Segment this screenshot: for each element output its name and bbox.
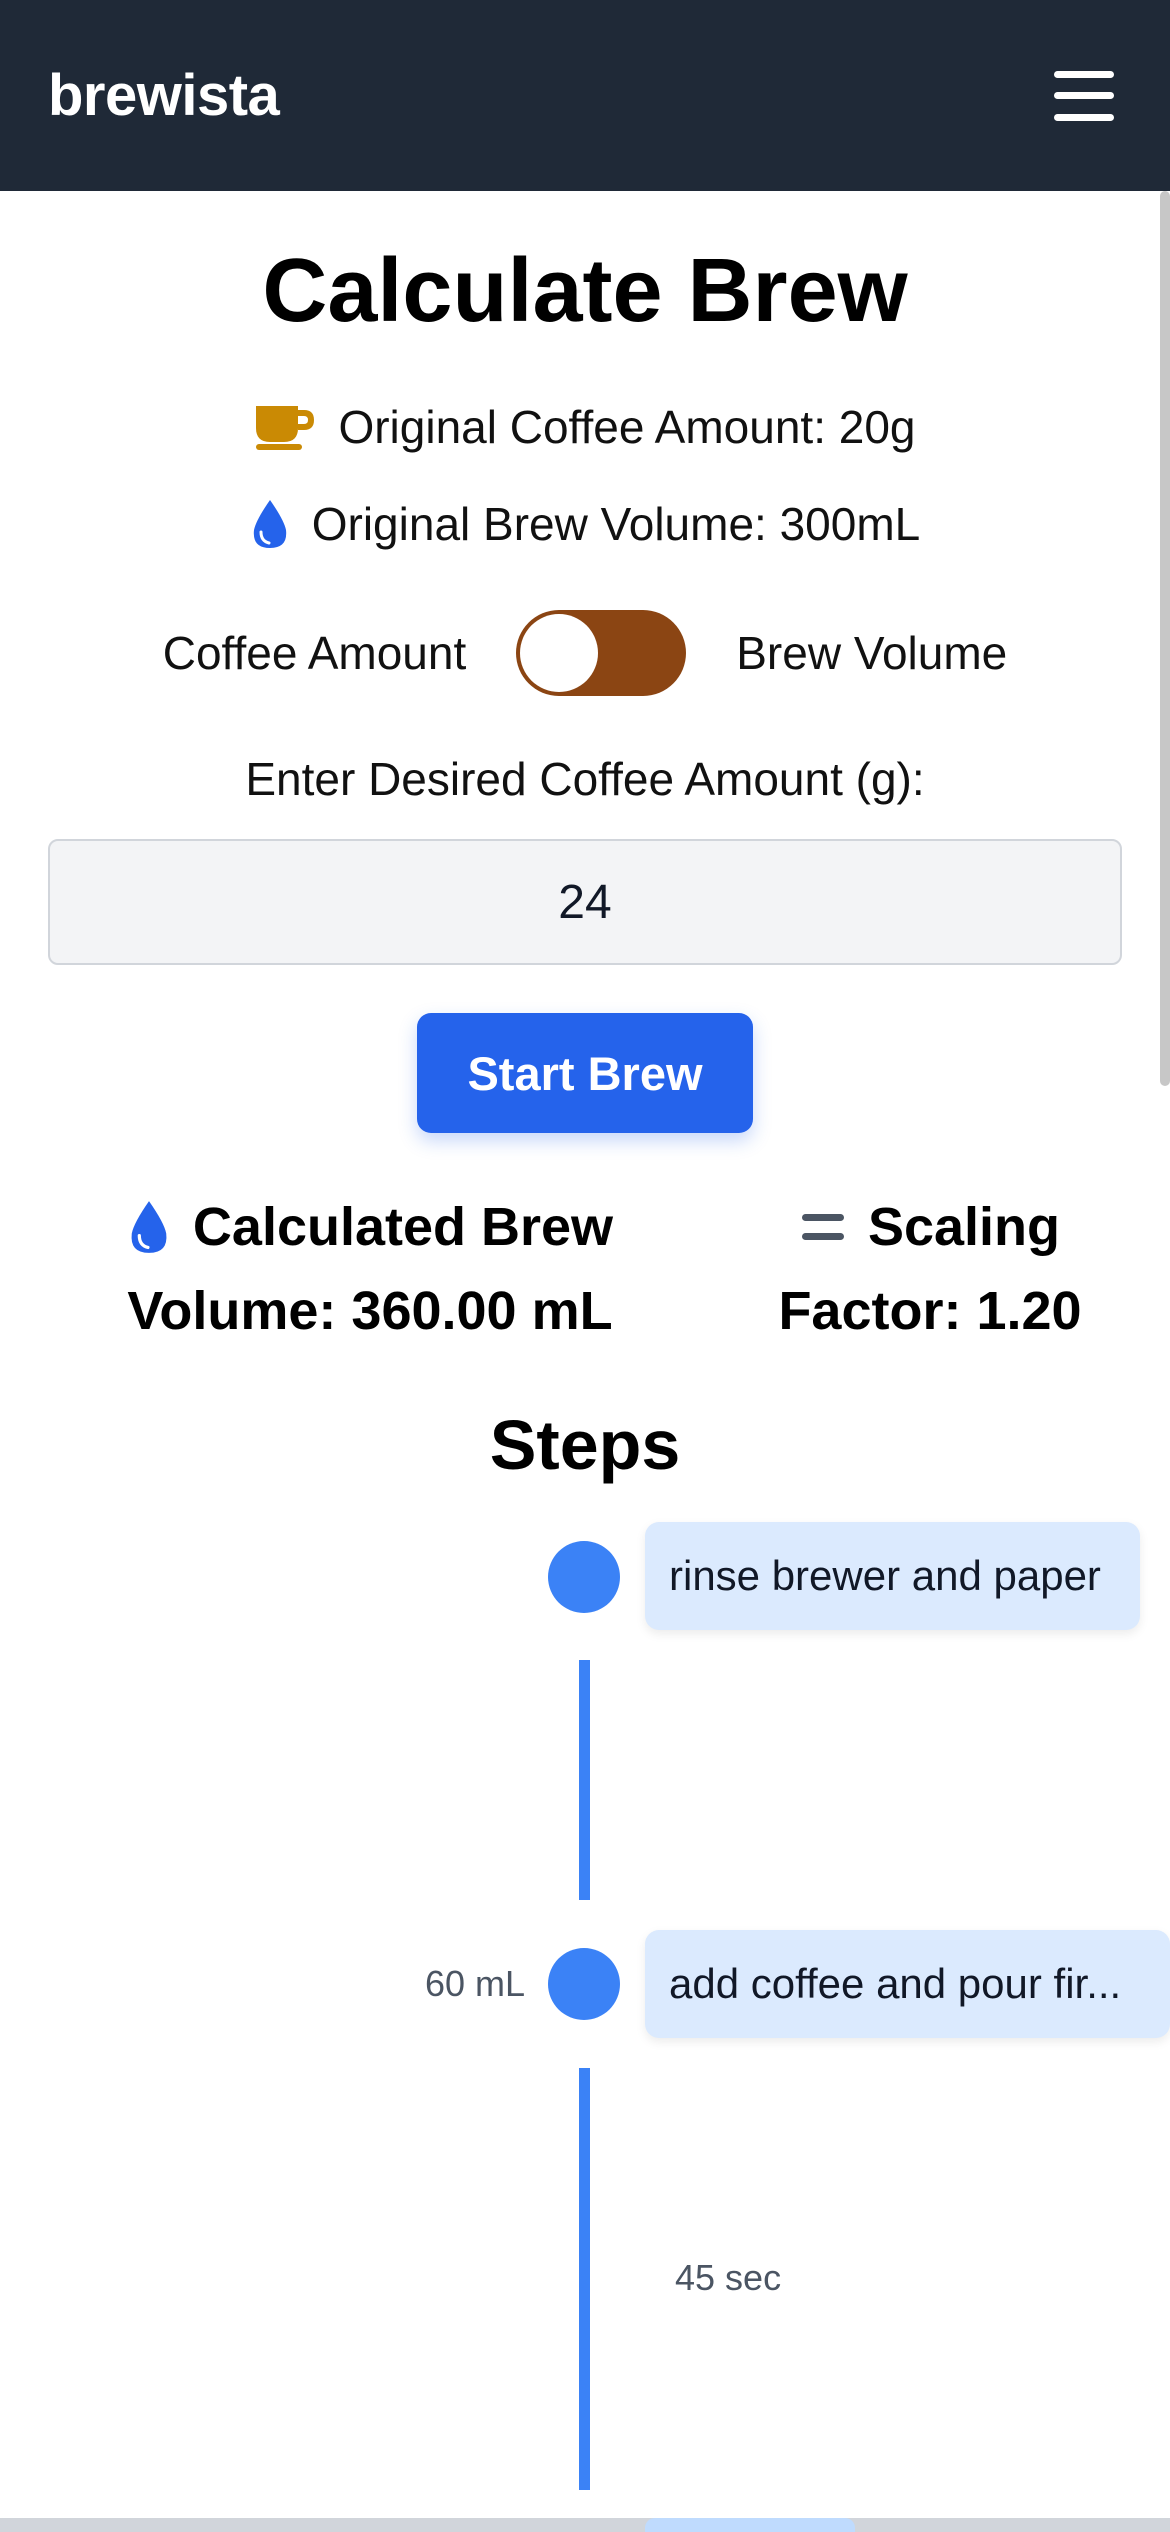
- scaling-factor-line1: Scaling: [867, 1197, 1061, 1257]
- timeline-connector: [579, 1660, 590, 1900]
- toggle-knob: [520, 614, 599, 692]
- step-duration: 45 sec: [675, 2257, 782, 2298]
- hamburger-menu-icon[interactable]: [1054, 70, 1114, 121]
- toggle-label-brew: Brew Volume: [736, 627, 1008, 679]
- calculated-volume-line2: Volume: 360.00 mL: [127, 1281, 613, 1341]
- step-marker: [548, 1948, 620, 2020]
- start-brew-button[interactable]: Start Brew: [417, 1013, 753, 1133]
- water-drop-icon: [250, 498, 290, 550]
- desired-amount-label: Enter Desired Coffee Amount (g):: [245, 753, 925, 805]
- step-marker: [548, 1541, 620, 1613]
- toggle-label-coffee: Coffee Amount: [162, 627, 467, 679]
- desired-amount-input[interactable]: [48, 839, 1122, 965]
- timeline-connector: [579, 2068, 590, 2490]
- step-water-amount: 60 mL: [424, 1963, 525, 2004]
- mode-toggle-row: Coffee Amount Brew Volume: [0, 610, 1170, 696]
- steps-title: Steps: [489, 1406, 681, 1484]
- coffee-cup-icon: [254, 404, 316, 450]
- page-title: Calculate Brew: [262, 241, 908, 341]
- original-coffee-label: Original Coffee Amount: 20g: [338, 401, 916, 453]
- calculated-volume-line1: Calculated Brew: [192, 1197, 614, 1257]
- mode-toggle-switch[interactable]: [516, 610, 687, 696]
- calculated-volume: Calculated Brew Volume: 360.00 mL: [80, 1185, 660, 1353]
- scaling-factor: Scaling Factor: 1.20: [720, 1185, 1140, 1353]
- scaling-factor-line2: Factor: 1.20: [778, 1281, 1082, 1341]
- step-card[interactable]: rinse brewer and paper: [645, 1522, 1140, 1630]
- bottom-scroll-edge: [0, 2518, 1170, 2532]
- next-step-card-peek: [645, 2518, 855, 2532]
- water-drop-icon: [127, 1199, 171, 1255]
- navbar: brewista: [0, 0, 1170, 191]
- original-brew-label: Original Brew Volume: 300mL: [311, 498, 921, 550]
- original-coffee-amount: Original Coffee Amount: 20g: [0, 400, 1170, 454]
- brand-logo[interactable]: brewista: [48, 62, 280, 129]
- equals-icon: [800, 1211, 846, 1243]
- step-card[interactable]: add coffee and pour fir...: [645, 1930, 1170, 2038]
- original-brew-volume: Original Brew Volume: 300mL: [0, 497, 1170, 551]
- page: brewista Calculate Brew Original Coffee …: [0, 0, 1170, 2532]
